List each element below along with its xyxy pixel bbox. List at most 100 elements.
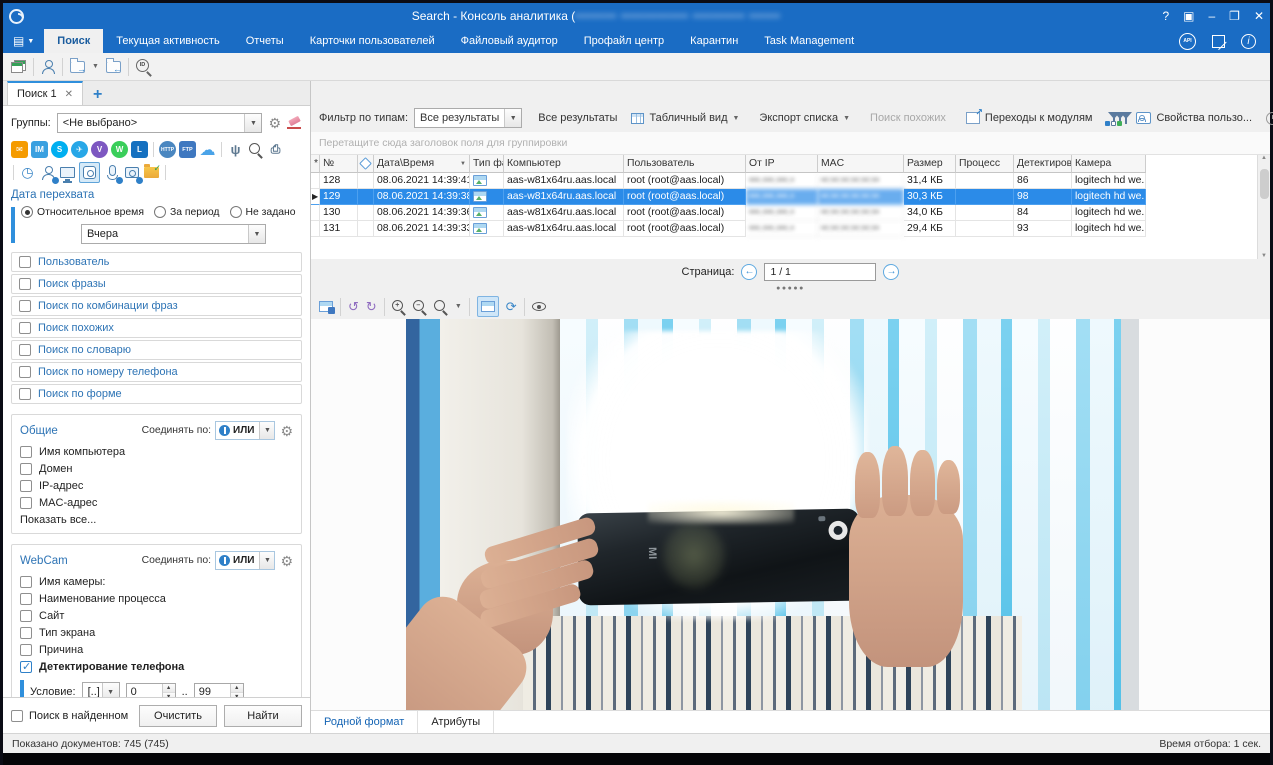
- go-to-modules-button[interactable]: Переходы к модулям: [962, 112, 1097, 124]
- minimize-button[interactable]: –: [1208, 9, 1215, 23]
- chevron-down-icon[interactable]: ▼: [455, 303, 462, 310]
- checkbox[interactable]: [20, 627, 32, 639]
- condition-operator-select[interactable]: [..] ▼: [82, 682, 120, 697]
- checkbox[interactable]: [20, 497, 32, 509]
- tab-attributes[interactable]: Атрибуты: [418, 711, 494, 733]
- skype-icon[interactable]: S: [51, 141, 68, 158]
- filter-phrase[interactable]: Поиск фразы: [11, 274, 302, 294]
- filter-dictionary[interactable]: Поиск по словарю: [11, 340, 302, 360]
- spin-down-icon[interactable]: ▼: [163, 693, 175, 698]
- gear-icon[interactable]: ⚙: [268, 116, 281, 130]
- http-icon[interactable]: HTTP: [159, 141, 176, 158]
- checkbox[interactable]: [19, 256, 31, 268]
- spinner-buttons[interactable]: ▲▼: [230, 684, 243, 698]
- gear-icon[interactable]: ⚙: [280, 554, 293, 568]
- tab-native-format[interactable]: Родной формат: [311, 711, 418, 733]
- webcam-item-camera-name[interactable]: Имя камеры:: [20, 576, 293, 588]
- splitter-handle[interactable]: ●●●●●: [311, 285, 1270, 294]
- chevron-down-icon[interactable]: ▼: [92, 63, 99, 70]
- common-item-computer-name[interactable]: Имя компьютера: [20, 446, 293, 458]
- help-button[interactable]: ?: [1162, 9, 1169, 23]
- checkbox[interactable]: [19, 366, 31, 378]
- col-size[interactable]: Размер: [904, 155, 956, 173]
- common-item-mac[interactable]: MAC-адрес: [20, 497, 293, 509]
- col-datetime[interactable]: Дата\Время▼: [374, 155, 470, 173]
- export-folder-icon[interactable]: →: [70, 61, 85, 73]
- usb-icon[interactable]: ψ: [227, 141, 244, 158]
- col-process[interactable]: Процесс: [956, 155, 1014, 173]
- ftp-icon[interactable]: FTP: [179, 141, 196, 158]
- radio-not-set[interactable]: Не задано: [230, 206, 296, 218]
- menu-tab-task-management[interactable]: Task Management: [751, 29, 867, 53]
- group-by-hint[interactable]: Перетащите сюда заголовок поля для групп…: [311, 132, 1270, 155]
- col-detected[interactable]: Детектирова: [1014, 155, 1072, 173]
- scroll-up-icon[interactable]: ▲: [1258, 155, 1270, 161]
- menu-tab-poisk[interactable]: Поиск: [44, 29, 103, 53]
- api-icon[interactable]: API: [1179, 33, 1196, 50]
- webcam-source-selected[interactable]: [79, 162, 100, 183]
- webcam-photo[interactable]: MI: [406, 319, 1139, 710]
- checkbox[interactable]: [19, 388, 31, 400]
- table-view-button[interactable]: Табличный вид▼: [627, 112, 743, 124]
- scroll-down-icon[interactable]: ▼: [1258, 253, 1270, 259]
- filter-phrase-combo[interactable]: Поиск по комбинации фраз: [11, 296, 302, 316]
- filter-user[interactable]: Пользователь: [11, 252, 302, 272]
- menu-tab-profile-center[interactable]: Профайл центр: [571, 29, 677, 53]
- webcam-item-site[interactable]: Сайт: [20, 610, 293, 622]
- printer-icon[interactable]: ⎙: [267, 141, 284, 158]
- checkbox[interactable]: [20, 593, 32, 605]
- col-mac[interactable]: MAC: [818, 155, 904, 173]
- deploy-package-icon[interactable]: [1212, 35, 1225, 48]
- filter-form[interactable]: Поиск по форме: [11, 384, 302, 404]
- spin-down-icon[interactable]: ▼: [231, 693, 243, 698]
- search-tab-1[interactable]: Поиск 1 ✕: [7, 81, 83, 105]
- table-row[interactable]: 131 08.06.2021 14:39:33 aas-w81x64ru.aas…: [311, 221, 1146, 237]
- speaker-source-icon[interactable]: [123, 164, 140, 181]
- monitor-icon[interactable]: [59, 164, 76, 181]
- table-row[interactable]: 128 08.06.2021 14:39:41 aas-w81x64ru.aas…: [311, 173, 1146, 189]
- whatsapp-icon[interactable]: W: [111, 141, 128, 158]
- chevron-down-icon[interactable]: ▼: [504, 109, 521, 127]
- filter-by-type-select[interactable]: Все результаты ▼: [414, 108, 522, 128]
- eye-icon[interactable]: [532, 302, 546, 311]
- search-by-id-icon[interactable]: [136, 59, 152, 75]
- prev-page-button[interactable]: ←: [741, 264, 757, 280]
- col-camera[interactable]: Камера: [1072, 155, 1146, 173]
- all-results-button[interactable]: Все результаты: [534, 112, 621, 124]
- checkbox[interactable]: [20, 480, 32, 492]
- checkbox[interactable]: [20, 644, 32, 656]
- chevron-down-icon[interactable]: ▼: [244, 114, 261, 132]
- show-all-link[interactable]: Показать все...: [20, 514, 293, 526]
- cascade-windows-icon[interactable]: [11, 60, 26, 73]
- info-icon[interactable]: i: [1241, 34, 1256, 49]
- table-row[interactable]: 130 08.06.2021 14:39:36 aas-w81x64ru.aas…: [311, 205, 1146, 221]
- filter-phone-number[interactable]: Поиск по номеру телефона: [11, 362, 302, 382]
- common-item-ip[interactable]: IP-адрес: [20, 480, 293, 492]
- webcam-item-reason[interactable]: Причина: [20, 644, 293, 656]
- checkbox-checked[interactable]: [20, 661, 32, 673]
- microphone-source-icon[interactable]: [103, 164, 120, 181]
- checkbox[interactable]: [19, 278, 31, 290]
- menu-tab-quarantine[interactable]: Карантин: [677, 29, 751, 53]
- col-user[interactable]: Пользователь: [624, 155, 746, 173]
- user-activity-icon[interactable]: [39, 164, 56, 181]
- zoom-in-icon[interactable]: [392, 300, 406, 314]
- im-icon[interactable]: IM: [31, 141, 48, 158]
- checkbox[interactable]: [19, 322, 31, 334]
- page-input[interactable]: 1 / 1: [764, 263, 876, 281]
- checkbox[interactable]: [19, 300, 31, 312]
- chevron-down-icon[interactable]: ▼: [102, 683, 119, 697]
- join-select[interactable]: ИЛИ ▼: [215, 551, 275, 570]
- find-user-icon[interactable]: [41, 60, 55, 74]
- eraser-icon[interactable]: [287, 117, 302, 129]
- condition-to-stepper[interactable]: 99 ▲▼: [194, 683, 244, 698]
- close-button[interactable]: ✕: [1254, 9, 1264, 23]
- spin-up-icon[interactable]: ▲: [163, 684, 175, 693]
- menu-tab-current-activity[interactable]: Текущая активность: [103, 29, 232, 53]
- rotate-left-icon[interactable]: ↺: [348, 300, 359, 313]
- fit-to-window-button-selected[interactable]: [477, 296, 499, 317]
- pin-window-button[interactable]: ▣: [1183, 9, 1194, 23]
- condition-from-stepper[interactable]: 0 ▲▼: [126, 683, 176, 698]
- checkbox[interactable]: [20, 610, 32, 622]
- webcam-item-screen-type[interactable]: Тип экрана: [20, 627, 293, 639]
